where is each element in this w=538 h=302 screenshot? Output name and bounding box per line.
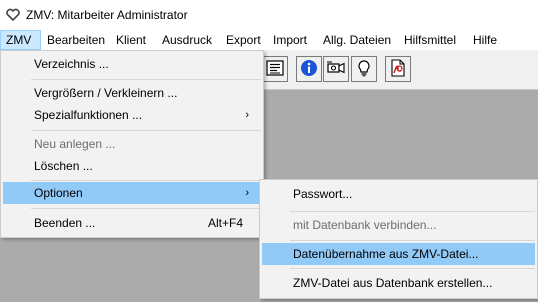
lightbulb-button[interactable] [351,56,377,82]
info-icon [300,59,318,80]
title-bar: ZMV: Mitarbeiter Administrator [0,0,538,30]
menu-separator [290,211,535,212]
camera-button[interactable] [323,56,349,82]
menu-hilfe[interactable]: Hilfe [473,30,497,50]
menu-export[interactable]: Export [226,30,261,50]
menu-separator [31,180,261,181]
lightbulb-icon [356,59,372,80]
list-document-button[interactable] [262,56,288,82]
submenu-item-passwort-label: Passwort... [293,187,353,201]
menu-import[interactable]: Import [273,30,307,50]
menu-zmv[interactable]: ZMV [0,30,41,50]
submenu-item-datenuebernahme[interactable]: Datenübernahme aus ZMV-Datei... [262,243,535,265]
chevron-right-icon: › [245,109,249,121]
menu-allg-dateien[interactable]: Allg. Dateien [323,30,391,50]
menu-item-vergroessern[interactable]: Vergrößern / Verkleinern ... [3,82,261,104]
camera-icon [326,60,346,79]
info-button[interactable] [296,56,322,82]
menu-item-spezialfunktionen[interactable]: Spezialfunktionen ... › [3,104,261,126]
menu-ausdruck[interactable]: Ausdruck [162,30,212,50]
pdf-document-icon [390,58,406,80]
menu-klient-label: Klient [116,33,147,47]
shortcut-label: Alt+F4 [207,216,243,230]
menu-item-optionen-label: Optionen [34,186,83,200]
menu-item-beenden-label: Beenden ... [34,216,96,230]
menu-zmv-label: ZMV [6,33,32,47]
window-title: ZMV: Mitarbeiter Administrator [26,8,188,22]
menu-separator [290,240,535,241]
menu-separator [290,268,535,269]
menu-item-neu-anlegen-label: Neu anlegen ... [34,137,116,151]
chevron-right-icon: › [245,187,249,199]
menu-item-beenden[interactable]: Beenden ... Alt+F4 [3,212,261,234]
submenu-item-passwort[interactable]: Passwort... [262,183,535,205]
menu-hilfsmittel[interactable]: Hilfsmittel [404,30,456,50]
menu-item-vergroessern-label: Vergrößern / Verkleinern ... [34,86,178,100]
menu-item-neu-anlegen[interactable]: Neu anlegen ... [3,133,261,155]
submenu-item-zmv-datei-erstellen-label: ZMV-Datei aus Datenbank erstellen... [293,276,493,290]
menu-item-loeschen[interactable]: Löschen ... [3,155,261,177]
submenu-item-datenuebernahme-label: Datenübernahme aus ZMV-Datei... [293,247,479,261]
menu-ausdruck-label: Ausdruck [162,33,213,47]
menu-bearbeiten-label: Bearbeiten [47,33,106,47]
menu-hilfsmittel-label: Hilfsmittel [404,33,457,47]
menu-klient[interactable]: Klient [116,30,146,50]
submenu-item-datenbank-verbinden-label: mit Datenbank verbinden... [293,218,437,232]
menu-item-verzeichnis[interactable]: Verzeichnis ... [3,53,261,75]
submenu-item-zmv-datei-erstellen[interactable]: ZMV-Datei aus Datenbank erstellen... [262,272,535,294]
submenu-item-datenbank-verbinden[interactable]: mit Datenbank verbinden... [262,214,535,236]
menu-item-verzeichnis-label: Verzeichnis ... [34,57,109,71]
menu-hilfe-label: Hilfe [473,33,498,47]
menu-bar: ZMV Bearbeiten Klient Ausdruck Export Im… [0,30,538,50]
menu-import-label: Import [273,33,308,47]
menu-allg-dateien-label: Allg. Dateien [323,33,392,47]
menu-item-optionen[interactable]: Optionen › [3,182,261,204]
menu-separator [31,130,261,131]
list-document-icon [266,59,284,79]
menu-bearbeiten[interactable]: Bearbeiten [47,30,105,50]
menu-item-loeschen-label: Löschen ... [34,159,93,173]
menu-item-spezialfunktionen-label: Spezialfunktionen ... [34,108,143,122]
menu-export-label: Export [226,33,261,47]
menu-separator [31,208,261,209]
menu-separator [31,79,261,80]
heart-app-icon [6,8,20,22]
zmv-dropdown-menu: Verzeichnis ... Vergrößern / Verkleinern… [0,50,264,238]
optionen-submenu: Passwort... mit Datenbank verbinden... D… [259,179,538,299]
pdf-document-button[interactable] [385,56,411,82]
